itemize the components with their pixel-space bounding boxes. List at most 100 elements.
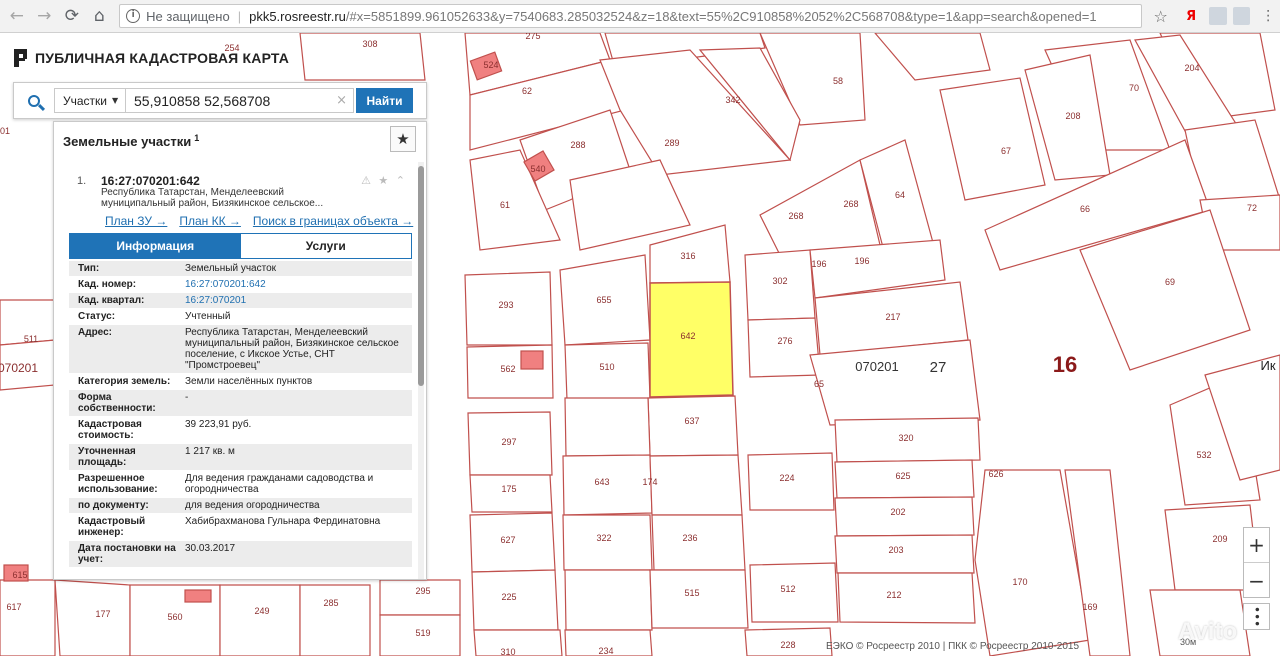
info-key: Кадастровый инженер:: [78, 516, 146, 538]
info-value: 1 217 кв. м: [185, 446, 235, 457]
browser-menu-icon[interactable]: ⋮: [1256, 6, 1280, 26]
map-label: 203: [888, 545, 903, 555]
tab-services[interactable]: Услуги: [240, 234, 411, 258]
map-label: 560: [167, 612, 182, 622]
map-label: 637: [684, 416, 699, 426]
info-key: Адрес:: [78, 327, 112, 338]
info-row: Кад. квартал: 16:27:070201: [69, 293, 412, 309]
info-value: -: [185, 392, 189, 403]
map-label: 249: [254, 606, 269, 616]
map-label: 627: [500, 535, 515, 545]
results-header: Земельные участки 1 ★: [54, 122, 426, 160]
search-input[interactable]: 55,910858 52,568708 ×: [126, 88, 354, 113]
parcel: [649, 569, 749, 629]
bookmark-star-icon[interactable]: ☆: [1148, 7, 1174, 26]
favorite-button[interactable]: ★: [390, 126, 416, 152]
zoom-controls: + −: [1243, 527, 1270, 598]
info-value: Для ведения гражданами садоводства и ого…: [185, 473, 374, 495]
info-key: Уточненная площадь:: [78, 446, 136, 468]
card-action-icons[interactable]: ⚠ ★ ⌃: [361, 174, 407, 187]
parcel: [809, 339, 981, 426]
rosreestr-logo-icon: [14, 49, 28, 67]
result-card-header[interactable]: 1. 16:27:070201:642 Республика Татарстан…: [65, 170, 413, 232]
map-attribution: ЕЭКО © Росреестр 2010 | ПКК © Росреестр …: [826, 641, 1080, 652]
clear-search-icon[interactable]: ×: [336, 93, 347, 108]
info-value: 30.03.2017: [185, 543, 236, 554]
info-value: для ведения огородничества: [185, 500, 320, 511]
map-label: 320: [898, 433, 913, 443]
info-value-link[interactable]: 16:27:070201:642: [181, 277, 412, 292]
building: [184, 589, 212, 603]
map-label: 170: [1012, 577, 1027, 587]
map-label: 285: [323, 598, 338, 608]
map-label: 289: [664, 138, 679, 148]
find-button[interactable]: Найти: [356, 88, 413, 113]
info-value: Республика Татарстан, Менделеевский муни…: [185, 327, 399, 371]
address-bar[interactable]: i Не защищено | pkk5.rosreestr.ru /#x=58…: [119, 4, 1142, 28]
yandex-extension-icon[interactable]: Я: [1179, 6, 1203, 26]
map-label: 70: [1129, 83, 1139, 93]
map-label: 174: [642, 477, 657, 487]
reload-button[interactable]: ⟳: [58, 2, 86, 30]
search-in-bounds-link[interactable]: Поиск в границах объекта →: [253, 214, 413, 228]
map-label: 276: [777, 336, 792, 346]
map-label: 070201: [0, 361, 38, 375]
more-button[interactable]: •••: [1243, 603, 1270, 630]
map-label: 302: [772, 276, 787, 286]
url-host: pkk5.rosreestr.ru: [249, 8, 346, 24]
parcel: [299, 584, 371, 656]
map-label: 510: [599, 362, 614, 372]
zoom-out-button[interactable]: −: [1244, 563, 1269, 598]
home-button[interactable]: ⌂: [86, 2, 114, 30]
result-cadastral-id: 16:27:070201:642: [101, 174, 200, 188]
parcel: [747, 317, 821, 378]
separator: |: [237, 8, 242, 24]
info-table: Тип: Земельный участок Кад. номер: 16:27:07…: [69, 261, 412, 568]
map-label: 228: [780, 640, 795, 650]
plan-kk-link[interactable]: План КК →: [179, 214, 241, 228]
map-label: 212: [886, 590, 901, 600]
object-type-select[interactable]: Участки ▼: [54, 88, 126, 113]
search-icon[interactable]: [14, 83, 54, 118]
app-title: ПУБЛИЧНАЯ КАДАСТРОВАЯ КАРТА: [14, 49, 289, 67]
map-label: 225: [501, 592, 516, 602]
building: [520, 350, 544, 370]
info-row: Разрешенное использование: Для ведения гр…: [69, 471, 412, 498]
map-label: 297: [501, 437, 516, 447]
info-key: по документу:: [78, 500, 149, 511]
result-number: 1.: [77, 175, 87, 187]
info-key: Кад. квартал:: [78, 295, 145, 306]
extension-icon[interactable]: [1208, 7, 1227, 25]
info-value: 39 223,91 руб.: [185, 419, 252, 430]
map-label: 308: [362, 39, 377, 49]
parcel: [564, 569, 653, 631]
app-title-text: ПУБЛИЧНАЯ КАДАСТРОВАЯ КАРТА: [35, 50, 290, 66]
extension-icon-2[interactable]: [1232, 7, 1251, 25]
info-row: Категория земель: Земли населённых пункто…: [69, 374, 412, 390]
card-tabs: Информация Услуги: [69, 233, 412, 259]
map-label: 617: [6, 602, 21, 612]
card-links: План ЗУ → План КК → Поиск в границах объ…: [105, 214, 413, 228]
info-value-link[interactable]: 16:27:070201: [181, 293, 412, 308]
info-icon[interactable]: i: [126, 9, 141, 23]
map-label: 234: [598, 646, 613, 656]
map-label: 72: [1247, 203, 1257, 213]
map-label: 626: [988, 469, 1003, 479]
info-row: Кадастровый инженер: Хабибрахманова Гульн…: [69, 514, 412, 541]
info-value: Учтенный: [185, 311, 231, 322]
map-label: 224: [779, 473, 794, 483]
tab-info[interactable]: Информация: [70, 234, 241, 258]
parcel: [0, 579, 56, 656]
info-key: Тип:: [78, 263, 100, 274]
info-row: Статус: Учтенный: [69, 309, 412, 325]
info-key: Категория земель:: [78, 376, 171, 387]
info-value: Земельный участок: [185, 263, 277, 274]
forward-button[interactable]: →: [31, 2, 59, 30]
back-button[interactable]: ←: [3, 2, 31, 30]
scrollbar-thumb[interactable]: [418, 166, 424, 386]
info-key: Дата постановки на учет:: [78, 543, 176, 565]
info-row: Кад. номер: 16:27:070201:642: [69, 277, 412, 293]
zoom-in-button[interactable]: +: [1244, 528, 1269, 563]
plan-zu-link[interactable]: План ЗУ →: [105, 214, 167, 228]
map-label: 511: [24, 334, 38, 344]
